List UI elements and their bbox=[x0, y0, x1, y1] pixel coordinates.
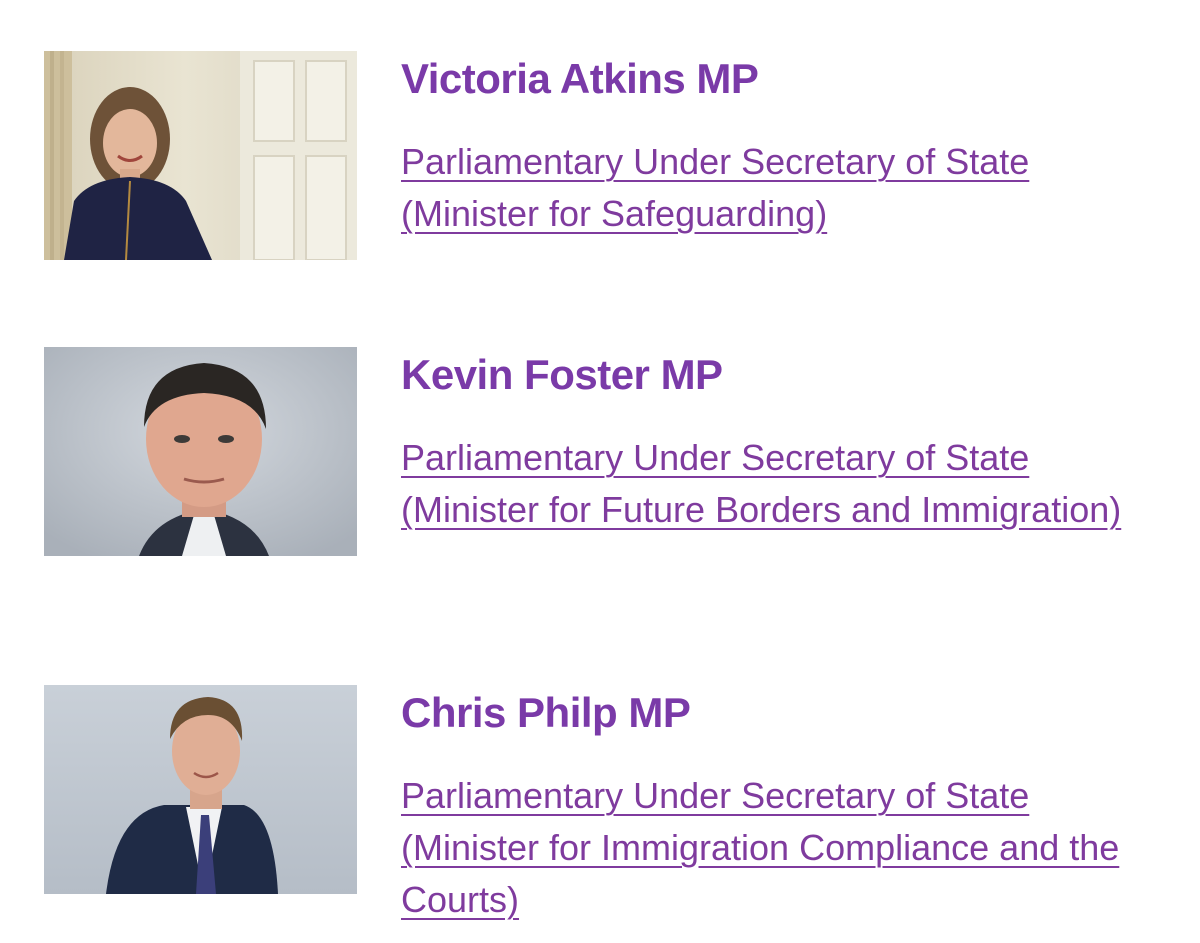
portrait-image bbox=[44, 51, 357, 260]
portrait-image bbox=[44, 685, 357, 894]
minister-name[interactable]: Victoria Atkins MP bbox=[401, 51, 759, 103]
minister-name[interactable]: Kevin Foster MP bbox=[401, 347, 723, 399]
minister-info: Victoria Atkins MP Parliamentary Under S… bbox=[401, 51, 1174, 240]
portrait-image bbox=[44, 347, 357, 556]
minister-name[interactable]: Chris Philp MP bbox=[401, 685, 691, 737]
minister-info: Kevin Foster MP Parliamentary Under Secr… bbox=[401, 347, 1174, 536]
minister-role-link[interactable]: Parliamentary Under Secretary of State (… bbox=[401, 432, 1141, 536]
minister-photo[interactable] bbox=[44, 685, 357, 894]
minister-card: Victoria Atkins MP Parliamentary Under S… bbox=[44, 51, 1174, 260]
minister-card: Chris Philp MP Parliamentary Under Secre… bbox=[44, 685, 1174, 926]
minister-role-link[interactable]: Parliamentary Under Secretary of State (… bbox=[401, 770, 1141, 926]
minister-photo[interactable] bbox=[44, 51, 357, 260]
minister-card: Kevin Foster MP Parliamentary Under Secr… bbox=[44, 347, 1174, 556]
minister-role-link[interactable]: Parliamentary Under Secretary of State (… bbox=[401, 136, 1141, 240]
minister-info: Chris Philp MP Parliamentary Under Secre… bbox=[401, 685, 1174, 926]
ministers-list: Victoria Atkins MP Parliamentary Under S… bbox=[0, 0, 1200, 943]
minister-photo[interactable] bbox=[44, 347, 357, 556]
